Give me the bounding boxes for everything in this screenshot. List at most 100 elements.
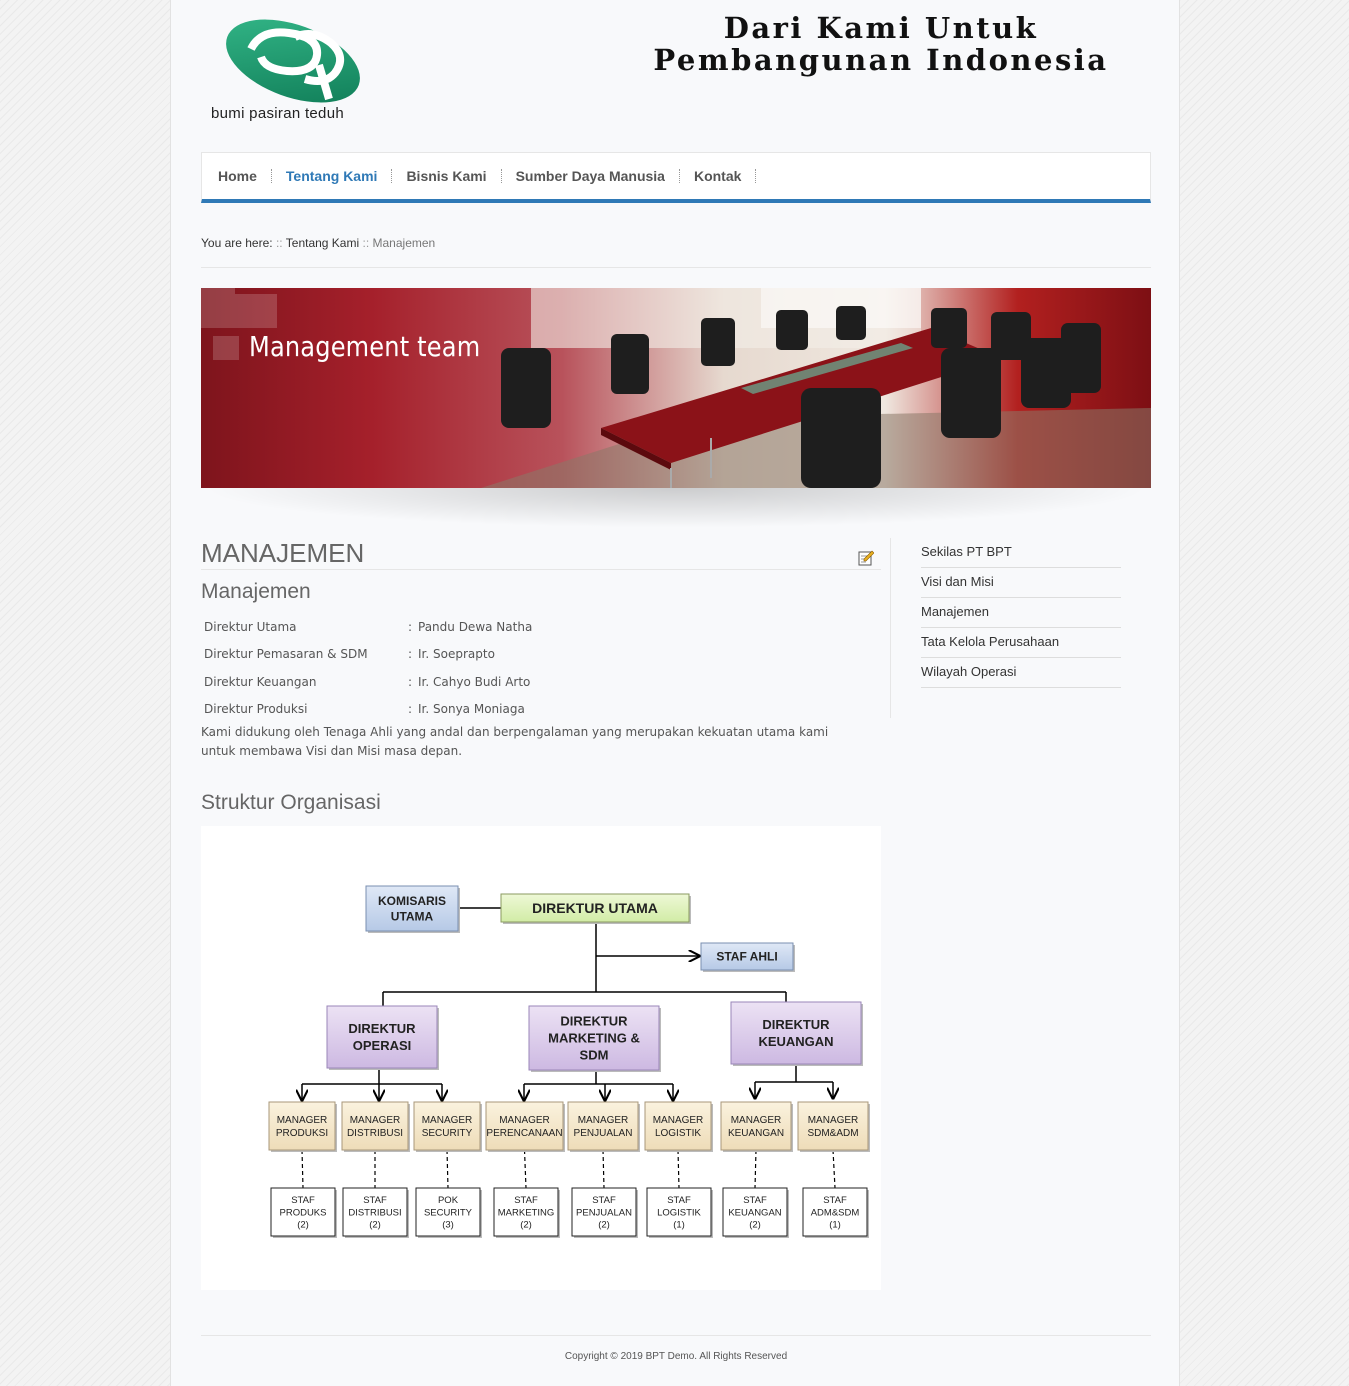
staff-box-label: POK bbox=[438, 1195, 459, 1206]
role-cell: Direktur Pemasaran & SDM bbox=[204, 647, 368, 662]
logo-tagline: bumi pasiran teduh bbox=[211, 105, 344, 122]
table-row: Direktur Produksi : Ir. Sonya Moniaga bbox=[201, 696, 532, 724]
sidebar-item-wilayah-operasi[interactable]: Wilayah Operasi bbox=[921, 658, 1121, 688]
breadcrumb-current: Manajemen bbox=[372, 236, 436, 250]
nav-label-sdm[interactable]: Sumber Daya Manusia bbox=[506, 168, 675, 184]
nav-item-kontak[interactable]: Kontak bbox=[684, 168, 760, 184]
connector-line bbox=[677, 1149, 680, 1189]
manager-box bbox=[644, 1101, 712, 1151]
colon-cell: : bbox=[408, 647, 413, 662]
director-box-label: KEUANGAN bbox=[758, 1034, 833, 1049]
komisaris-utama-box-label: KOMISARIS bbox=[378, 894, 446, 908]
staff-box-label: SECURITY bbox=[424, 1207, 473, 1218]
connector-line bbox=[301, 1149, 304, 1189]
manager-box-label: DISTRIBUSI bbox=[347, 1128, 403, 1139]
edit-icon[interactable] bbox=[858, 550, 874, 566]
colon-cell: : bbox=[408, 674, 413, 689]
breadcrumb: You are here: :: Tentang Kami :: Manajem… bbox=[201, 236, 1151, 268]
org-chart: KOMISARIS UTAMA DIREKTUR UTAMA STAF AHLI DIR… bbox=[201, 826, 881, 1290]
name-cell: Pandu Dewa Natha bbox=[418, 619, 533, 634]
nav-divider bbox=[270, 169, 272, 183]
main-content: MANAJEMEN Manajemen Direktur Utama : Pan… bbox=[201, 538, 881, 1290]
section-heading-struktur: Struktur Organisasi bbox=[201, 791, 381, 814]
staff-box-label: STAF bbox=[363, 1195, 387, 1206]
connector-line bbox=[602, 1149, 605, 1189]
breadcrumb-link-tentang-kami[interactable]: Tentang Kami bbox=[286, 236, 359, 250]
staff-box-label: KEUANGAN bbox=[728, 1207, 781, 1218]
nav-label-tentang-kami[interactable]: Tentang Kami bbox=[276, 168, 388, 184]
nav-label-kontak[interactable]: Kontak bbox=[684, 168, 751, 184]
manager-box bbox=[797, 1101, 869, 1151]
staff-box-label: (2) bbox=[297, 1220, 309, 1231]
staff-box-label: (2) bbox=[598, 1220, 610, 1231]
nav-divider bbox=[391, 169, 393, 183]
connector-line bbox=[754, 1149, 757, 1189]
header: bumi pasiran teduh Dari Kami Untuk Pemba… bbox=[201, 0, 1151, 140]
colon-cell: : bbox=[408, 619, 413, 634]
name-cell: Ir. Soeprapto bbox=[418, 647, 495, 662]
director-box-label: DIREKTUR bbox=[762, 1017, 830, 1032]
manager-box-label: PRODUKSI bbox=[276, 1128, 328, 1139]
manager-box-label: KEUANGAN bbox=[728, 1128, 784, 1139]
role-cell: Direktur Utama bbox=[204, 619, 297, 634]
staff-box-label: (2) bbox=[520, 1220, 532, 1231]
staff-box-label: ADM&SDM bbox=[811, 1207, 860, 1218]
breadcrumb-separator: :: bbox=[275, 236, 283, 250]
director-box-label: DIREKTUR bbox=[560, 1014, 628, 1029]
nav-item-sumber-daya-manusia[interactable]: Sumber Daya Manusia bbox=[506, 168, 684, 184]
director-box bbox=[730, 1001, 862, 1065]
role-cell: Direktur Produksi bbox=[204, 702, 308, 717]
manager-box-label: MANAGER bbox=[499, 1115, 550, 1126]
footer-copyright: Copyright © 2019 BPT Demo. All Rights Re… bbox=[564, 1351, 788, 1362]
manager-box-label: MANAGER bbox=[350, 1115, 401, 1126]
manager-box bbox=[413, 1101, 481, 1151]
manager-box-label: PENJUALAN bbox=[574, 1128, 633, 1139]
banner-image: Management team bbox=[201, 288, 1151, 488]
staff-box-label: (1) bbox=[829, 1220, 841, 1231]
intro-paragraph: Kami didukung oleh Tenaga Ahli yang anda… bbox=[201, 725, 829, 758]
connector-line bbox=[832, 1149, 836, 1189]
manager-box-label: SDM&ADM bbox=[807, 1128, 858, 1139]
page-container: bumi pasiran teduh Dari Kami Untuk Pemba… bbox=[170, 0, 1180, 1386]
sidebar-item-sekilas[interactable]: Sekilas PT BPT bbox=[921, 538, 1121, 568]
manager-box bbox=[720, 1101, 792, 1151]
board-table: Direktur Utama : Pandu Dewa Natha Direkt… bbox=[201, 613, 532, 723]
director-box-label: OPERASI bbox=[353, 1038, 412, 1053]
staff-box-label: STAF bbox=[667, 1195, 691, 1206]
slogan-line-2: Pembangunan Indonesia bbox=[653, 43, 1109, 77]
connector-line bbox=[446, 1149, 449, 1189]
manager-box-label: PERENCANAAN bbox=[486, 1128, 562, 1139]
staf-ahli-box-label: STAF AHLI bbox=[716, 950, 777, 964]
sidebar-item-manajemen[interactable]: Manajemen bbox=[921, 598, 1121, 628]
footer: Copyright © 2019 BPT Demo. All Rights Re… bbox=[201, 1335, 1151, 1386]
staff-box-label: LOGISTIK bbox=[657, 1207, 701, 1218]
meeting-room-illustration bbox=[481, 288, 1151, 488]
staff-box-label: (2) bbox=[369, 1220, 381, 1231]
breadcrumb-separator: :: bbox=[362, 236, 370, 250]
connector-line bbox=[523, 1149, 527, 1189]
sidebar-item-tata-kelola[interactable]: Tata Kelola Perusahaan bbox=[921, 628, 1121, 658]
nav-label-home[interactable]: Home bbox=[208, 168, 267, 184]
director-box bbox=[326, 1005, 438, 1069]
banner-shadow bbox=[201, 488, 1151, 528]
nav-item-bisnis-kami[interactable]: Bisnis Kami bbox=[396, 168, 505, 184]
staff-box-label: MARKETING bbox=[498, 1207, 554, 1218]
nav-item-home[interactable]: Home bbox=[208, 168, 276, 184]
staff-box-label: STAF bbox=[823, 1195, 847, 1206]
nav-item-tentang-kami[interactable]: Tentang Kami bbox=[276, 168, 397, 184]
role-cell: Direktur Keuangan bbox=[204, 674, 317, 689]
nav-label-bisnis-kami[interactable]: Bisnis Kami bbox=[396, 168, 496, 184]
colon-cell: : bbox=[408, 702, 413, 717]
slogan-line-1: Dari Kami Untuk bbox=[723, 11, 1039, 45]
table-row: Direktur Pemasaran & SDM : Ir. Soeprapto bbox=[201, 641, 532, 669]
manager-box bbox=[567, 1101, 639, 1151]
page-title: MANAJEMEN bbox=[201, 538, 881, 570]
staff-box-label: STAF bbox=[592, 1195, 616, 1206]
table-row: Direktur Keuangan : Ir. Cahyo Budi Arto bbox=[201, 668, 532, 696]
sidebar: Sekilas PT BPT Visi dan Misi Manajemen T… bbox=[890, 538, 1121, 718]
staff-box-label: (3) bbox=[442, 1220, 454, 1231]
nav-divider bbox=[755, 169, 757, 183]
manager-box-label: MANAGER bbox=[653, 1115, 704, 1126]
staff-box-label: STAF bbox=[291, 1195, 315, 1206]
sidebar-item-visi-misi[interactable]: Visi dan Misi bbox=[921, 568, 1121, 598]
